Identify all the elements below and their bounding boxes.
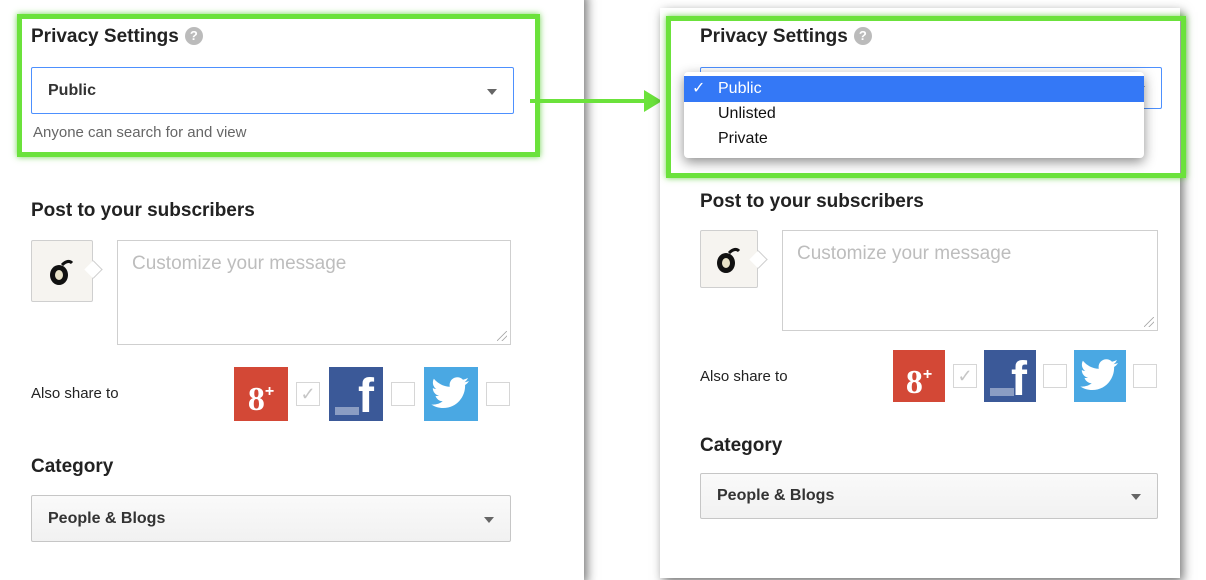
avatar bbox=[700, 230, 758, 288]
message-textarea[interactable]: Customize your message bbox=[117, 240, 511, 345]
twitter-icon bbox=[424, 367, 478, 421]
chevron-down-icon bbox=[1131, 494, 1141, 500]
chevron-down-icon bbox=[484, 516, 494, 523]
avatar bbox=[31, 240, 93, 302]
facebook-checkbox[interactable] bbox=[391, 382, 415, 406]
google-plus-icon: 8+ bbox=[234, 367, 288, 421]
highlight-box-after bbox=[666, 16, 1186, 178]
facebook-icon: f bbox=[329, 367, 383, 423]
facebook-glyph: f bbox=[358, 370, 374, 423]
transition-arrow-icon bbox=[530, 90, 662, 112]
message-placeholder: Customize your message bbox=[797, 243, 1012, 264]
category-select-value: People & Blogs bbox=[48, 509, 166, 527]
subscribers-heading: Post to your subscribers bbox=[31, 200, 255, 221]
category-heading: Category bbox=[700, 435, 783, 456]
share-label: Also share to bbox=[700, 368, 788, 385]
avatar-image bbox=[717, 247, 741, 273]
google-plus-checkbox[interactable]: ✓ bbox=[953, 364, 977, 388]
resize-handle[interactable] bbox=[1144, 317, 1154, 327]
facebook-icon: f bbox=[984, 350, 1036, 406]
google-plus-checkbox[interactable]: ✓ bbox=[296, 382, 320, 406]
twitter-checkbox[interactable] bbox=[1133, 364, 1157, 388]
message-placeholder: Customize your message bbox=[132, 253, 347, 274]
share-label: Also share to bbox=[31, 385, 119, 402]
check-icon: ✓ bbox=[957, 366, 973, 386]
highlight-box-before bbox=[17, 14, 540, 157]
google-plus-icon: 8+ bbox=[893, 350, 945, 402]
category-select[interactable]: People & Blogs bbox=[31, 495, 511, 542]
check-icon: ✓ bbox=[300, 384, 316, 404]
google-plus-sup: + bbox=[264, 383, 275, 400]
twitter-bird bbox=[431, 377, 469, 408]
twitter-bird bbox=[1080, 359, 1118, 390]
category-select[interactable]: People & Blogs bbox=[700, 473, 1158, 519]
google-plus-sup: + bbox=[922, 366, 933, 383]
facebook-glyph: f bbox=[1011, 353, 1027, 406]
facebook-checkbox[interactable] bbox=[1043, 364, 1067, 388]
message-textarea[interactable]: Customize your message bbox=[782, 230, 1158, 331]
twitter-checkbox[interactable] bbox=[486, 382, 510, 406]
category-select-value: People & Blogs bbox=[717, 487, 835, 504]
google-plus-glyph: 8 bbox=[905, 364, 923, 401]
twitter-icon bbox=[1074, 350, 1126, 402]
category-heading: Category bbox=[31, 456, 114, 477]
resize-handle[interactable] bbox=[497, 331, 507, 341]
subscribers-heading: Post to your subscribers bbox=[700, 191, 924, 212]
google-plus-glyph: 8 bbox=[247, 381, 265, 418]
avatar-image bbox=[50, 259, 74, 285]
